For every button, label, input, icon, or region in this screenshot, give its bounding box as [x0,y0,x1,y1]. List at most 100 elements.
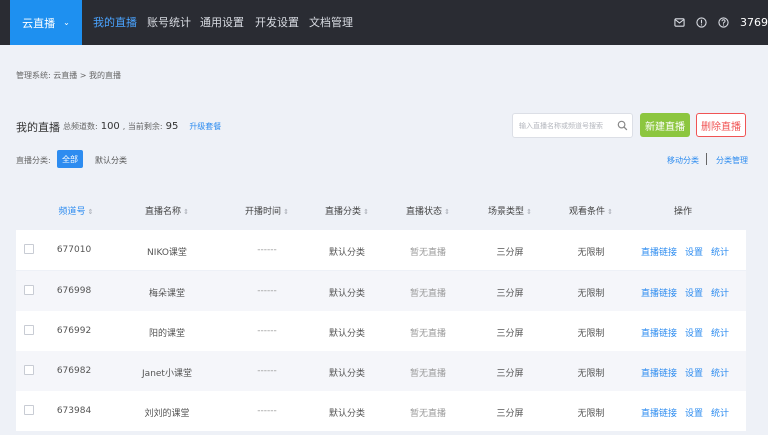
cell-channel-id: 676982 [56,366,92,376]
delete-live-button[interactable]: 删除直播 [696,113,746,137]
user-id[interactable]: 3769 [740,16,768,29]
nav-dev-settings[interactable]: 开发设置 [255,0,299,45]
header-live-category[interactable]: 直播分类 ⇕ [325,204,369,217]
table-row: 676998 梅朵课堂 ------ 默认分类 暂无直播 三分屏 无限制 直播链… [16,271,746,311]
breadcrumb: 管理系统: 云直播 > 我的直播 [16,71,122,80]
search-input[interactable] [513,114,613,137]
search-icon[interactable] [617,120,628,131]
row-actions: 直播链接 设置 统计 [641,406,737,419]
header-label: 频道号 [58,207,86,217]
cell-live-name: NIKO课堂 [147,248,187,258]
sort-icon[interactable]: ⇕ [183,208,189,216]
cell-status: 暂无直播 [409,369,447,379]
mail-icon[interactable] [674,17,685,28]
cell-live-name: Janet小课堂 [142,369,192,379]
remain-label: , 当前剩余: [122,122,163,131]
row-checkbox[interactable] [24,325,34,335]
row-checkbox[interactable] [24,365,34,375]
sort-icon[interactable]: ⇕ [363,208,369,216]
nav-doc-manage[interactable]: 文档管理 [309,0,353,45]
cell-start-time: ------ [257,366,277,376]
row-actions: 直播链接 设置 统计 [641,366,737,379]
header-watch-condition[interactable]: 观看条件 ⇕ [569,204,613,217]
row-checkbox[interactable] [24,244,34,254]
cell-status: 暂无直播 [409,289,447,299]
row-actions: 直播链接 设置 统计 [641,326,737,339]
header-label: 直播名称 [145,207,182,217]
total-value: 100 [100,121,120,132]
upgrade-link[interactable]: 升级套餐 [189,122,221,131]
cell-channel-id: 676992 [56,326,92,336]
channel-stats: 总频道数: 100, 当前剩余: 95 升级套餐 [63,121,221,132]
row-checkbox[interactable] [24,285,34,295]
row-actions: 直播链接 设置 统计 [641,286,737,299]
cell-category: 默认分类 [328,248,366,258]
cell-scene: 三分屏 [496,369,524,379]
header-live-name[interactable]: 直播名称 ⇕ [145,204,189,217]
search-box [512,113,633,138]
cell-status: 暂无直播 [409,329,447,339]
header-actions: 操作 [673,207,693,217]
cell-condition: 无限制 [577,409,605,419]
cell-condition: 无限制 [577,369,605,379]
settings-action[interactable]: 设置 [685,289,703,299]
cell-live-name: 刘刘的课堂 [144,409,190,419]
table-row: 677010 NIKO课堂 ------ 默认分类 暂无直播 三分屏 无限制 直… [16,230,746,270]
filter-all-chip[interactable]: 全部 [57,150,83,168]
cell-live-name: 梅朵课堂 [148,289,186,299]
table-row: 673984 刘刘的课堂 ------ 默认分类 暂无直播 三分屏 无限制 直播… [16,391,746,431]
live-link-action[interactable]: 直播链接 [641,409,677,419]
settings-action[interactable]: 设置 [685,369,703,379]
cell-start-time: ------ [257,245,277,255]
info-icon[interactable] [696,17,707,28]
stats-action[interactable]: 统计 [711,369,729,379]
settings-action[interactable]: 设置 [685,248,703,258]
live-link-action[interactable]: 直播链接 [641,329,677,339]
header-label: 开播时间 [245,207,282,217]
cell-scene: 三分屏 [496,329,524,339]
stats-action[interactable]: 统计 [711,248,729,258]
chevron-down-icon: ⌄ [63,18,70,27]
filter-default-chip[interactable]: 默认分类 [95,155,127,166]
header-start-time[interactable]: 开播时间 ⇕ [245,204,289,217]
settings-action[interactable]: 设置 [685,409,703,419]
nav-account-stats[interactable]: 账号统计 [147,0,191,45]
category-manage-link[interactable]: 分类管理 [716,155,748,166]
settings-action[interactable]: 设置 [685,329,703,339]
table-row: 676992 阳的课堂 ------ 默认分类 暂无直播 三分屏 无限制 直播链… [16,311,746,351]
sort-icon[interactable]: ⇕ [444,208,450,216]
stats-action[interactable]: 统计 [711,329,729,339]
help-icon[interactable] [718,17,729,28]
live-link-action[interactable]: 直播链接 [641,289,677,299]
cell-live-name: 阳的课堂 [148,329,186,339]
cell-start-time: ------ [257,406,277,416]
live-link-action[interactable]: 直播链接 [641,248,677,258]
cell-condition: 无限制 [577,289,605,299]
new-live-button[interactable]: 新建直播 [640,113,690,137]
cell-category: 默认分类 [328,369,366,379]
sort-icon[interactable]: ⇕ [88,208,94,216]
header-label: 观看条件 [569,207,606,217]
header-live-status[interactable]: 直播状态 ⇕ [406,204,450,217]
header-channel-id[interactable]: 频道号 ⇕ [59,204,94,217]
header-label: 场景类型 [488,207,525,217]
stats-action[interactable]: 统计 [711,289,729,299]
nav-my-live[interactable]: 我的直播 [93,0,137,45]
remain-value: 95 [165,121,179,132]
cell-condition: 无限制 [577,248,605,258]
cell-category: 默认分类 [328,409,366,419]
top-nav: 云直播 ⌄ 我的直播 账号统计 通用设置 开发设置 文档管理 3769 [0,0,768,45]
header-scene-type[interactable]: 场景类型 ⇕ [488,204,532,217]
sort-icon[interactable]: ⇕ [526,208,532,216]
live-link-action[interactable]: 直播链接 [641,369,677,379]
cell-category: 默认分类 [328,329,366,339]
brand-menu[interactable]: 云直播 ⌄ [10,0,82,45]
header-label: 直播状态 [406,207,443,217]
row-checkbox[interactable] [24,405,34,415]
sort-icon[interactable]: ⇕ [607,208,613,216]
sort-icon[interactable]: ⇕ [283,208,289,216]
cell-channel-id: 676998 [56,286,92,296]
stats-action[interactable]: 统计 [711,409,729,419]
move-category-link[interactable]: 移动分类 [667,155,699,166]
nav-general-settings[interactable]: 通用设置 [200,0,244,45]
